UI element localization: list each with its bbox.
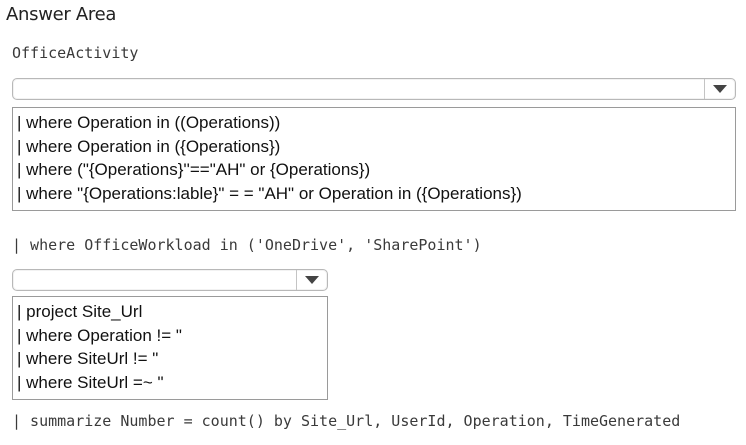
operation-filter-dropdown-button[interactable] xyxy=(704,79,735,99)
operation-filter-options-list: | where Operation in ((Operations)) | wh… xyxy=(12,107,736,211)
query-workload-filter-line: | where OfficeWorkload in ('OneDrive', '… xyxy=(12,236,482,254)
site-filter-option-2[interactable]: | where Operation != " xyxy=(17,324,327,348)
operation-filter-dropdown[interactable] xyxy=(12,78,736,100)
operation-filter-option-1[interactable]: | where Operation in ((Operations)) xyxy=(17,111,735,135)
site-filter-dropdown-button[interactable] xyxy=(296,270,327,290)
operation-filter-option-2[interactable]: | where Operation in ({Operations}) xyxy=(17,135,735,159)
operation-filter-option-4[interactable]: | where "{Operations:lable}" = = "AH" or… xyxy=(17,182,735,206)
site-filter-option-1[interactable]: | project Site_Url xyxy=(17,300,327,324)
site-filter-option-3[interactable]: | where SiteUrl != " xyxy=(17,347,327,371)
site-filter-option-4[interactable]: | where SiteUrl =~ " xyxy=(17,371,327,395)
site-filter-dropdown[interactable] xyxy=(12,269,328,291)
answer-area-title: Answer Area xyxy=(6,4,117,25)
query-table-line: OfficeActivity xyxy=(12,44,139,62)
query-summarize-line: | summarize Number = count() by Site_Url… xyxy=(12,412,681,430)
site-filter-options-list: | project Site_Url | where Operation != … xyxy=(12,296,328,400)
operation-filter-option-3[interactable]: | where ("{Operations}''=="AH" or {Opera… xyxy=(17,158,735,182)
chevron-down-icon xyxy=(305,276,319,284)
chevron-down-icon xyxy=(713,85,727,93)
